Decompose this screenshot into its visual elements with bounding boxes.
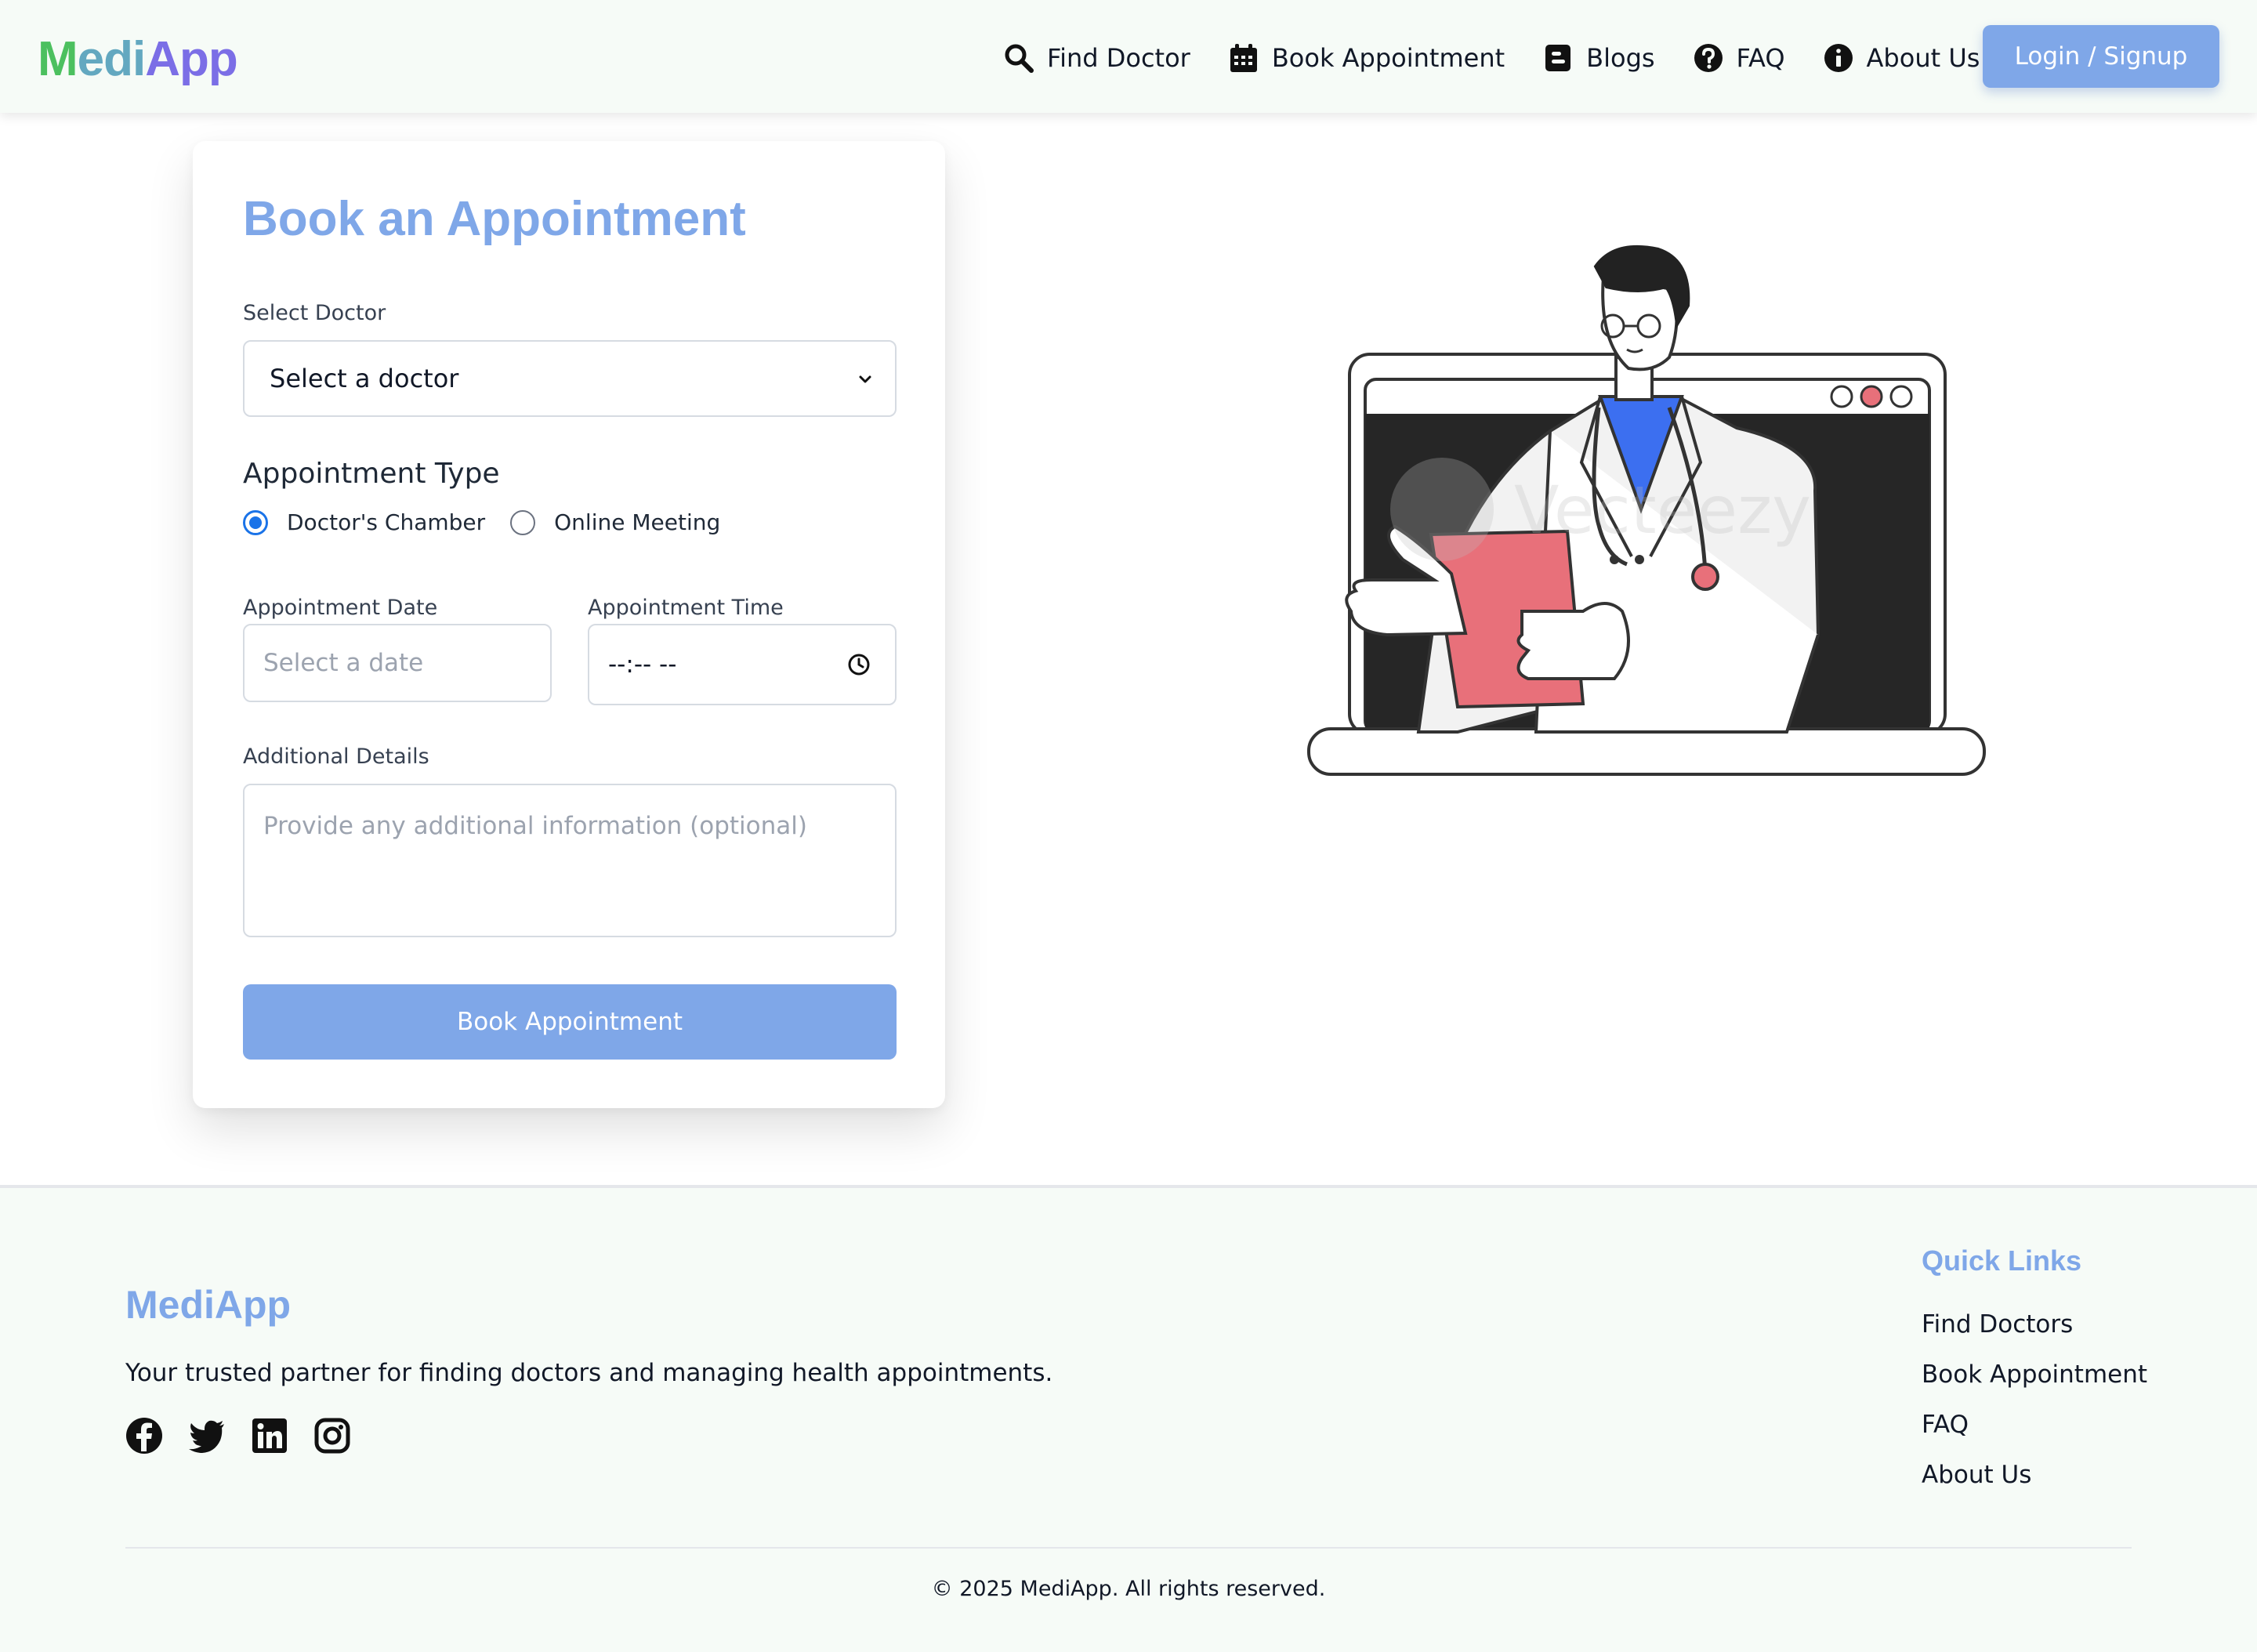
nav-links: Find Doctor Book Appointment Blogs FAQ A… <box>1003 34 2017 82</box>
footer-tagline: Your trusted partner for finding doctors… <box>125 1359 1053 1387</box>
info-circle-icon <box>1824 44 1853 72</box>
quick-links-title: Quick Links <box>1922 1244 2082 1277</box>
date-label: Appointment Date <box>243 596 438 620</box>
social-links <box>125 1417 376 1455</box>
logo-part: M <box>38 32 78 86</box>
nav-item-find-doctor[interactable]: Find Doctor <box>1003 42 1190 74</box>
copyright: © 2025 MediApp. All rights reserved. <box>931 1577 1326 1601</box>
nav-item-book-appointment[interactable]: Book Appointment <box>1228 42 1505 74</box>
nav-item-label: FAQ <box>1736 43 1785 73</box>
nav-item-label: About Us <box>1866 43 1980 73</box>
nav-item-label: Find Doctor <box>1047 43 1190 73</box>
linkedin-icon[interactable] <box>251 1417 288 1455</box>
appointment-type-options: Doctor's Chamber Online Meeting <box>243 509 720 535</box>
svg-text:Vecteezy: Vecteezy <box>1514 472 1811 549</box>
search-icon <box>1005 44 1034 73</box>
doctor-laptop-illustration: Vecteezy <box>1307 245 1986 776</box>
quick-link-find-doctors[interactable]: Find Doctors <box>1922 1310 2147 1360</box>
login-signup-button[interactable]: Login / Signup <box>1983 25 2219 88</box>
details-placeholder: Provide any additional information (opti… <box>263 812 807 840</box>
blogger-icon <box>1545 45 1571 71</box>
nav-item-faq[interactable]: FAQ <box>1693 42 1785 74</box>
time-input[interactable]: --:-- -- <box>588 624 897 705</box>
nav-item-about-us[interactable]: About Us <box>1823 42 1980 74</box>
twitter-icon[interactable] <box>188 1417 226 1455</box>
radio-doctors-chamber[interactable] <box>243 509 268 535</box>
quick-link-book-appointment[interactable]: Book Appointment <box>1922 1360 2147 1411</box>
time-value: --:-- -- <box>608 650 677 679</box>
doctor-select-value: Select a doctor <box>270 364 459 393</box>
doctor-label: Select Doctor <box>243 301 386 325</box>
date-placeholder: Select a date <box>263 649 424 677</box>
form-title: Book an Appointment <box>243 192 746 246</box>
footer-divider <box>125 1547 2132 1549</box>
logo-part: edi <box>77 32 147 86</box>
radio-label-online-meeting: Online Meeting <box>554 509 721 535</box>
quick-link-faq[interactable]: FAQ <box>1922 1411 2147 1461</box>
nav-item-blogs[interactable]: Blogs <box>1542 42 1655 74</box>
clock-icon[interactable] <box>846 652 871 677</box>
quick-link-about-us[interactable]: About Us <box>1922 1461 2147 1511</box>
doctor-select[interactable]: Select a doctor <box>243 340 897 417</box>
instagram-icon[interactable] <box>313 1417 351 1455</box>
calendar-icon <box>1230 44 1257 72</box>
radio-online-meeting[interactable] <box>510 509 536 535</box>
radio-label-doctors-chamber: Doctor's Chamber <box>287 509 486 535</box>
logo[interactable]: MediApp <box>38 28 238 91</box>
logo-part: App <box>145 32 238 86</box>
details-textarea[interactable]: Provide any additional information (opti… <box>243 784 897 937</box>
quick-links: Find Doctors Book Appointment FAQ About … <box>1922 1310 2147 1511</box>
footer: MediApp Your trusted partner for finding… <box>0 1185 2257 1652</box>
nav-item-label: Blogs <box>1586 43 1655 73</box>
footer-brand: MediApp <box>125 1283 292 1327</box>
nav-item-label: Book Appointment <box>1271 43 1505 73</box>
navbar: MediApp Find Doctor Book Appointment Blo… <box>0 0 2257 113</box>
facebook-icon[interactable] <box>125 1417 163 1455</box>
appointment-form-card: Book an Appointment Select Doctor Select… <box>193 141 945 1108</box>
question-circle-icon <box>1694 44 1723 72</box>
book-appointment-button[interactable]: Book Appointment <box>243 984 897 1060</box>
appointment-type-title: Appointment Type <box>243 458 500 490</box>
date-input[interactable]: Select a date <box>243 624 552 702</box>
time-label: Appointment Time <box>588 596 784 620</box>
chevron-down-icon <box>859 375 871 383</box>
details-label: Additional Details <box>243 744 429 769</box>
